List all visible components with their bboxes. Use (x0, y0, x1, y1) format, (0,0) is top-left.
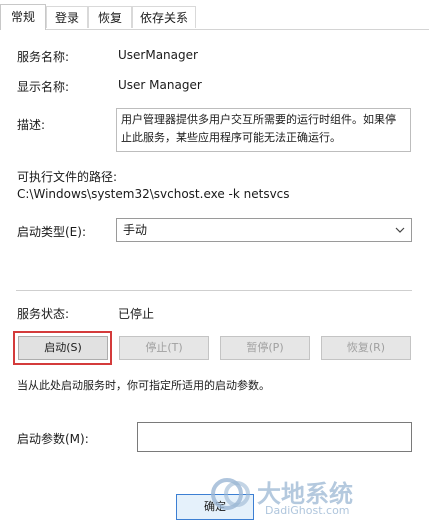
exec-path-value: C:\Windows\system32\svchost.exe -k netsv… (17, 187, 290, 201)
start-hint-text: 当从此处启动服务时，你可指定所适用的启动参数。 (17, 379, 270, 392)
tab-general[interactable]: 常规 (0, 4, 46, 30)
startup-type-select[interactable]: 手动 (116, 218, 412, 242)
resume-button[interactable]: 恢复(R) (321, 336, 411, 360)
description-label: 描述: (17, 118, 46, 132)
display-name-label: 显示名称: (17, 80, 70, 94)
watermark-brand-url: DadiGhost.com (265, 504, 350, 517)
chevron-down-icon (395, 227, 405, 233)
description-textbox[interactable]: 用户管理器提供多用户交互所需要的运行时组件。如果停止此服务，某些应用程序可能无法… (116, 108, 411, 152)
stop-button[interactable]: 停止(T) (119, 336, 209, 360)
tab-dependencies[interactable]: 依存关系 (132, 6, 196, 28)
start-params-label: 启动参数(M): (17, 432, 89, 446)
tab-recovery[interactable]: 恢复 (88, 6, 132, 28)
tab-logon[interactable]: 登录 (46, 6, 88, 28)
startup-type-value: 手动 (123, 223, 148, 237)
service-status-label: 服务状态: (17, 307, 70, 321)
divider (16, 290, 412, 291)
service-status-value: 已停止 (118, 307, 155, 321)
service-name-label: 服务名称: (17, 50, 70, 64)
pause-button[interactable]: 暂停(P) (220, 336, 310, 360)
exec-path-label: 可执行文件的路径: (17, 170, 118, 184)
start-button[interactable]: 启动(S) (18, 336, 108, 360)
startup-type-label: 启动类型(E): (17, 225, 86, 239)
start-params-input[interactable] (137, 422, 412, 452)
watermark-logo: 大地系统 DadiGhost.com (205, 470, 429, 520)
service-name-value: UserManager (118, 48, 198, 62)
tab-bar: 常规 登录 恢复 依存关系 (0, 0, 429, 30)
display-name-value: User Manager (118, 78, 202, 92)
tab-divider (0, 29, 429, 30)
